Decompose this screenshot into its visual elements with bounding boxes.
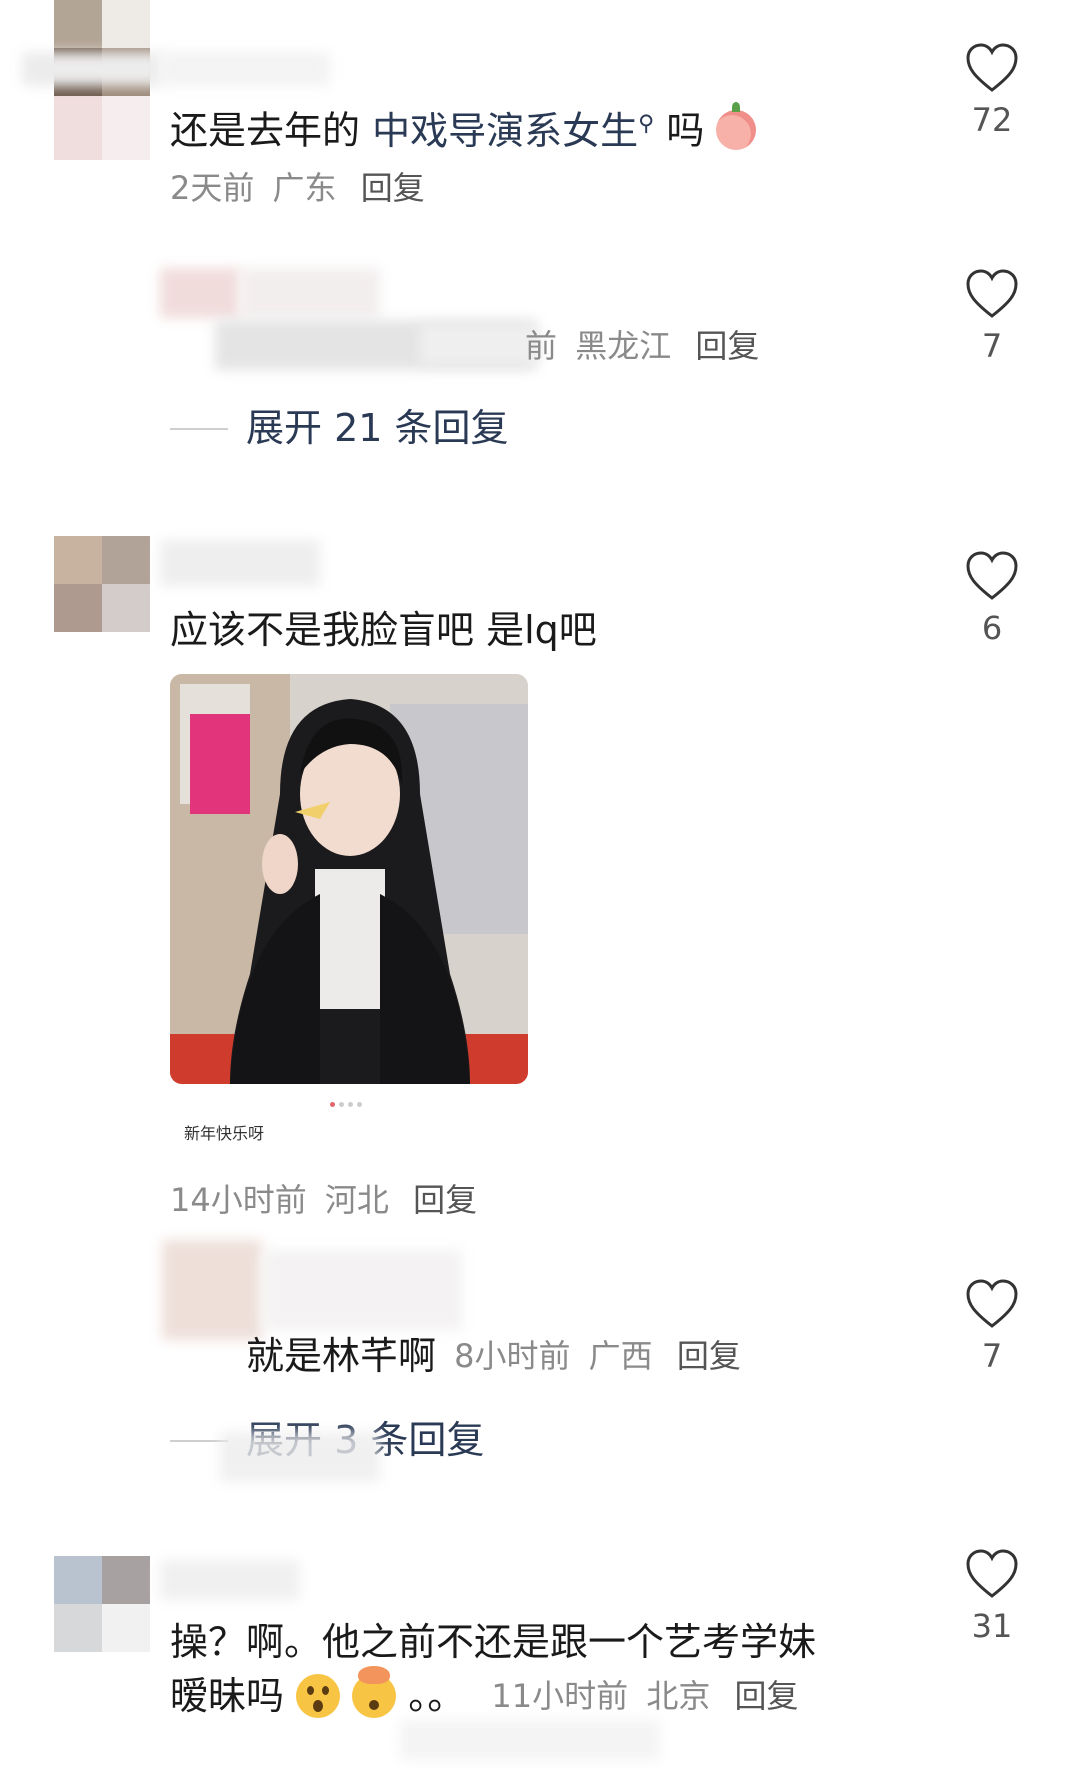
comment-meta: 前 黑龙江 回复: [525, 326, 759, 366]
reply-username-blurred: [240, 268, 380, 318]
comment-time: 11小时前: [491, 1677, 629, 1715]
like-button[interactable]: 72: [952, 42, 1032, 140]
reply-button[interactable]: 回复: [677, 1337, 741, 1375]
like-button[interactable]: 7: [952, 1278, 1032, 1376]
comment-location: 广西: [588, 1337, 653, 1375]
avatar[interactable]: [54, 1556, 150, 1652]
reply-username-blurred: [262, 1250, 462, 1330]
reply-button[interactable]: 回复: [695, 327, 759, 365]
peach-emoji-icon: [716, 102, 757, 151]
like-count: 31: [971, 1607, 1013, 1645]
comment-text: 应该不是我脸盲吧 是lq吧: [170, 608, 597, 652]
comment-location: 黑龙江: [575, 327, 672, 365]
pager-dot: [330, 1102, 335, 1107]
comment-text-part: 。。: [408, 1674, 466, 1718]
username-blurred-2: [160, 52, 330, 86]
reply-text-content: 就是林芊啊: [246, 1334, 437, 1378]
expand-overlay-blurred: [220, 1432, 380, 1482]
comment-text-part: 吗: [654, 108, 705, 153]
expand-divider: [170, 428, 228, 430]
like-button[interactable]: 7: [952, 268, 1032, 366]
comment-location: 广东: [272, 169, 337, 207]
comment-time: 前: [525, 327, 558, 365]
reply-avatar-blurred[interactable]: [162, 1240, 262, 1340]
like-count: 6: [981, 609, 1003, 647]
avatar[interactable]: [54, 536, 150, 632]
topic-link-text: 中戏导演系女生: [372, 108, 639, 153]
comment-text: 操？啊。他之前不还是跟一个艺考学妹: [170, 1620, 817, 1664]
avatar-lower: [54, 96, 150, 160]
photo-illustration: [170, 674, 528, 1084]
topic-link[interactable]: 中戏导演系女生⚲: [372, 109, 654, 153]
heart-outline-icon: [966, 551, 1018, 600]
like-button[interactable]: 6: [952, 550, 1032, 648]
heart-outline-icon: [966, 43, 1018, 92]
heart-outline-icon: [966, 1549, 1018, 1598]
image-caption: 新年快乐呀: [184, 1124, 265, 1143]
reply-text: 就是林芊啊 8小时前 广西 回复: [246, 1332, 741, 1380]
like-count: 72: [971, 101, 1013, 139]
comment-text: 暧昧吗 。。 11小时前 北京 回复: [170, 1665, 799, 1721]
comment-time: 14小时前: [170, 1181, 307, 1219]
reply-avatar-blurred[interactable]: [160, 268, 240, 318]
comment-meta: 8小时前 广西 回复: [454, 1337, 741, 1375]
comment-text: 还是去年的 中戏导演系女生⚲ 吗: [170, 100, 757, 155]
comment-meta: 11小时前 北京 回复: [491, 1677, 798, 1715]
username-blurred[interactable]: [160, 540, 320, 586]
comment-text-part: 暧昧吗: [170, 1674, 285, 1718]
astonished-face-emoji-icon: [296, 1673, 341, 1718]
reply-button[interactable]: 回复: [361, 169, 425, 207]
comment-meta: 14小时前 河北 回复: [170, 1180, 477, 1220]
username-blurred[interactable]: [22, 52, 162, 86]
username-blurred[interactable]: [160, 1560, 300, 1600]
heart-outline-icon: [966, 269, 1018, 318]
watermark-blurred: [400, 1720, 660, 1760]
pager-dot: [357, 1102, 362, 1107]
reply-button[interactable]: 回复: [735, 1677, 799, 1715]
search-magnifier-icon: ⚲: [638, 111, 655, 136]
comment-location: 北京: [646, 1677, 711, 1715]
image-pager-dots: [330, 1102, 362, 1107]
heart-outline-icon: [966, 1279, 1018, 1328]
reply-text-blurred-2: [420, 324, 540, 364]
like-count: 7: [981, 327, 1003, 365]
comment-time: 2天前: [170, 169, 255, 207]
comment-text-part: 还是去年的: [170, 108, 373, 153]
expand-replies-button[interactable]: 展开 21 条回复: [246, 404, 509, 452]
comment-location: 河北: [324, 1181, 389, 1219]
like-button[interactable]: 31: [952, 1548, 1032, 1646]
pager-dot: [348, 1102, 353, 1107]
reply-button[interactable]: 回复: [413, 1181, 477, 1219]
like-count: 7: [981, 1337, 1003, 1375]
exploding-head-emoji-icon: [352, 1665, 397, 1718]
comment-image[interactable]: [170, 674, 528, 1084]
comment-meta: 2天前 广东 回复: [170, 168, 425, 208]
pager-dot: [339, 1102, 344, 1107]
comment-time: 8小时前: [454, 1337, 571, 1375]
